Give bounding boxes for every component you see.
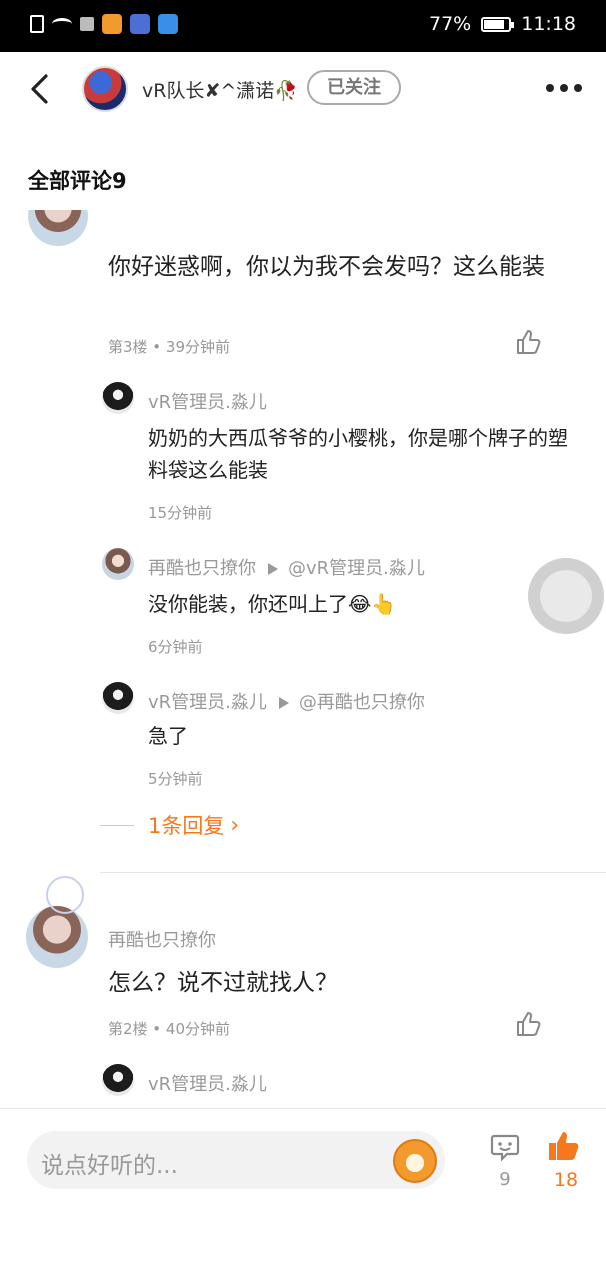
more-menu-icon[interactable]	[546, 77, 584, 99]
comment-input-placeholder: 说点好听的...	[41, 1153, 178, 1179]
author-name[interactable]: vR队长✘^潇诺🥀	[142, 76, 298, 103]
divider-dash	[100, 824, 134, 826]
comment-meta: 第2楼 • 40分钟前	[108, 1020, 231, 1038]
like-count: 18	[553, 1169, 579, 1191]
reply-arrow-icon	[268, 563, 278, 575]
back-icon[interactable]	[24, 70, 58, 108]
reply-author-name: vR管理员.淼儿	[148, 392, 267, 413]
app-orange-icon	[102, 14, 122, 34]
reply-author[interactable]: 再酷也只撩你 @vR管理员.淼儿	[148, 554, 425, 580]
chevron-right-icon: ›	[230, 812, 240, 838]
status-bar: 77% 11:18	[0, 0, 606, 52]
comment-meta: 第3楼 • 39分钟前	[108, 338, 231, 356]
sim-icon	[30, 15, 44, 33]
comment-divider	[100, 872, 606, 873]
reply-avatar[interactable]	[102, 682, 134, 714]
comment-list: 你好迷惑啊，你以为我不会发吗？这么能装 第3楼 • 39分钟前 vR管理员.淼儿…	[0, 210, 606, 1108]
reply-author[interactable]: vR管理员.淼儿	[148, 1070, 267, 1096]
comments-title: 全部评论9	[28, 169, 127, 193]
app-music-icon	[130, 14, 150, 34]
comment-input[interactable]: 说点好听的...	[27, 1131, 445, 1189]
reply-text: 奶奶的大西瓜爷爷的小樱桃，你是哪个牌子的塑料袋这么能装	[148, 426, 568, 482]
emoji-mascot-icon[interactable]	[393, 1139, 437, 1183]
reply-author[interactable]: vR管理员.淼儿	[148, 388, 267, 414]
more-replies-label: 1条回复	[148, 814, 225, 838]
comment-avatar[interactable]	[26, 906, 88, 968]
bottom-bar: 说点好听的... 9 18	[0, 1108, 606, 1280]
comment-avatar[interactable]	[28, 210, 88, 246]
comment-author[interactable]: 再酷也只撩你	[108, 926, 216, 952]
square-icon	[80, 17, 94, 31]
battery-percent: 77%	[429, 13, 472, 35]
thumbs-up-filled-icon[interactable]	[546, 1129, 580, 1163]
reply-target: @再酷也只撩你	[298, 692, 425, 713]
floating-assist-button[interactable]	[528, 558, 604, 634]
comment-count: 9	[499, 1169, 511, 1190]
comment-text: 怎么？说不过就找人？	[108, 970, 338, 996]
reply-target: @vR管理员.淼儿	[288, 558, 425, 579]
top-bar: vR队长✘^潇诺🥀 已关注	[0, 52, 606, 126]
battery-icon	[481, 16, 515, 32]
thumbs-up-icon[interactable]	[514, 1010, 542, 1038]
loading-indicator	[46, 876, 84, 914]
comment-text: 你好迷惑啊，你以为我不会发吗？这么能装	[108, 254, 545, 280]
reply-author-name: vR管理员.淼儿	[148, 692, 267, 713]
reply-time: 6分钟前	[148, 638, 203, 656]
clock: 11:18	[521, 13, 576, 35]
reply-time: 5分钟前	[148, 770, 203, 788]
reply-arrow-icon	[278, 697, 289, 709]
comment-icon[interactable]	[489, 1131, 521, 1163]
notification-icons	[30, 14, 178, 34]
reply-avatar[interactable]	[102, 382, 134, 414]
reply-author-name: 再酷也只撩你	[148, 558, 256, 579]
more-replies-link[interactable]: 1条回复 ›	[100, 810, 239, 840]
reply-author[interactable]: vR管理员.淼儿 @再酷也只撩你	[148, 688, 425, 714]
author-avatar[interactable]	[82, 66, 128, 112]
reply-text: 急了	[148, 724, 188, 748]
wifi-icon	[52, 18, 72, 30]
reply-time: 15分钟前	[148, 504, 213, 522]
thumbs-up-icon[interactable]	[514, 328, 542, 356]
status-right: 77% 11:18	[429, 13, 576, 35]
reply-avatar[interactable]	[102, 548, 134, 580]
app-blue-icon	[158, 14, 178, 34]
reply-text: 没你能装，你还叫上了😂👆	[148, 592, 397, 616]
reply-avatar[interactable]	[102, 1064, 134, 1096]
follow-button[interactable]: 已关注	[307, 70, 401, 105]
